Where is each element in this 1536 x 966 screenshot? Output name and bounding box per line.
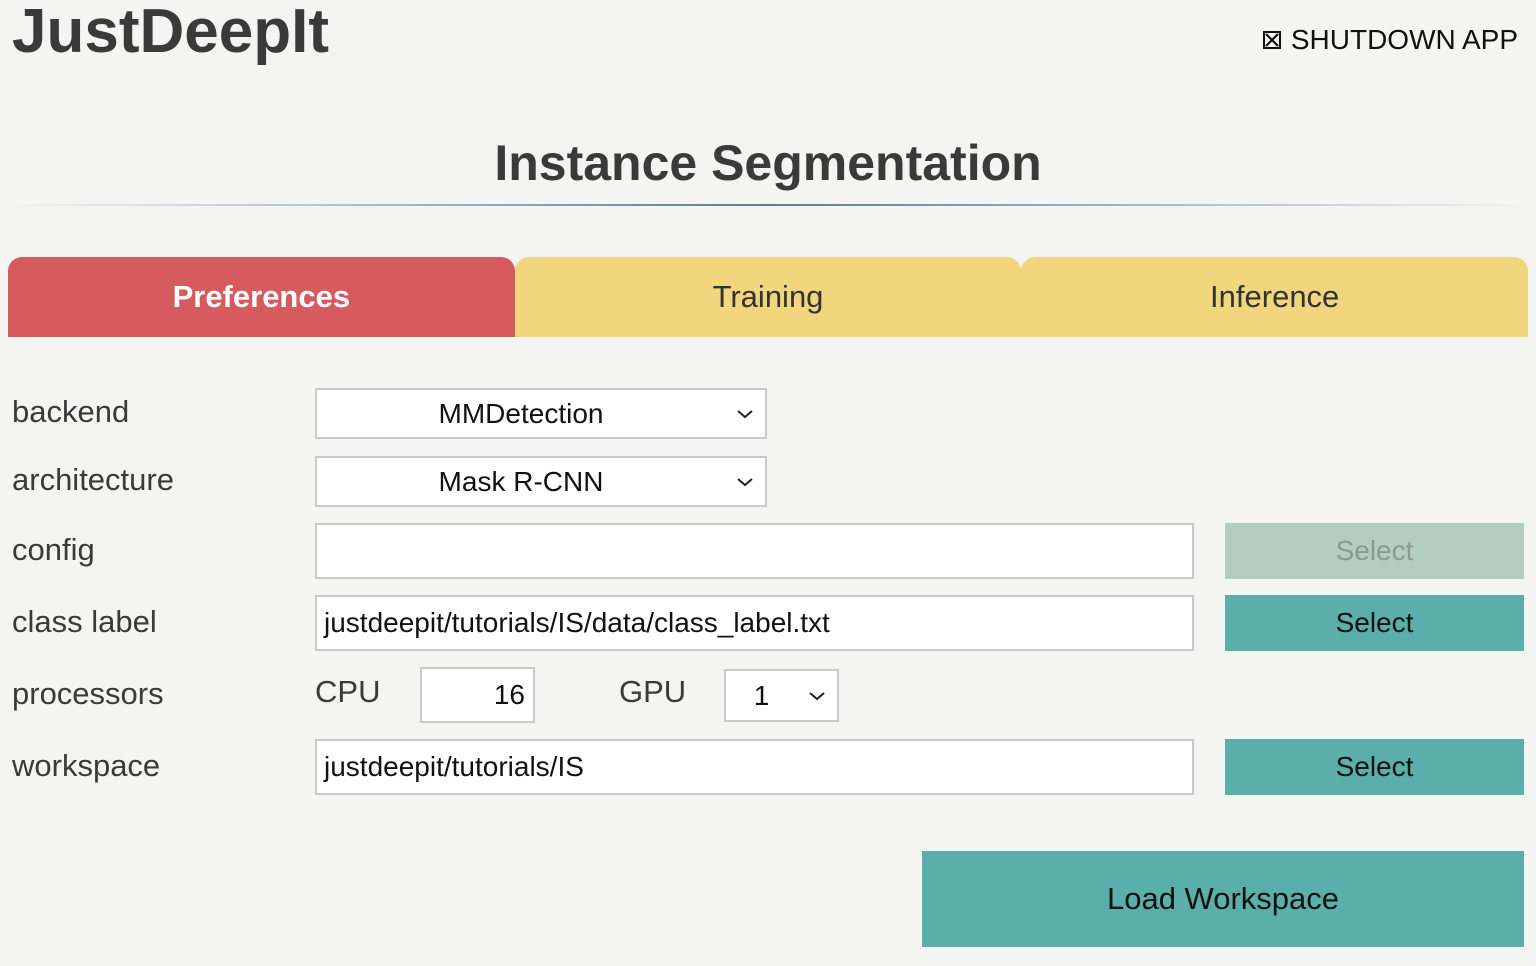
load-workspace-button[interactable]: Load Workspace [922, 851, 1524, 947]
chevron-down-icon [725, 476, 765, 488]
gpu-select[interactable]: 1 [724, 669, 839, 722]
cpu-label: CPU [315, 674, 381, 709]
class-label-select-button[interactable]: Select [1225, 595, 1524, 651]
shutdown-label: SHUTDOWN APP [1290, 24, 1518, 55]
shutdown-button[interactable]: SHUTDOWN APP [1262, 24, 1518, 56]
backend-select[interactable]: MMDetection [315, 388, 767, 439]
tab-training[interactable]: Training [514, 257, 1022, 337]
workspace-label: workspace [12, 748, 161, 783]
tab-inference[interactable]: Inference [1021, 257, 1529, 337]
class-label-input[interactable]: justdeepit/tutorials/IS/data/class_label… [315, 595, 1194, 651]
config-label: config [12, 532, 95, 567]
cpu-input[interactable]: 16 [420, 667, 535, 723]
architecture-select[interactable]: Mask R-CNN [315, 456, 767, 507]
class-label-label: class label [12, 604, 157, 639]
chevron-down-icon [725, 408, 765, 420]
architecture-value: Mask R-CNN [438, 465, 604, 497]
workspace-select-button[interactable]: Select [1225, 739, 1524, 795]
page-title: Instance Segmentation [494, 135, 1042, 191]
architecture-label: architecture [12, 462, 174, 497]
chevron-down-icon [797, 690, 837, 702]
close-box-icon [1262, 31, 1281, 49]
processors-label: processors [12, 676, 164, 711]
title-divider [10, 204, 1526, 206]
gpu-label: GPU [619, 674, 687, 709]
tab-bar: Preferences Training Inference [8, 257, 1529, 337]
gpu-value: 1 [753, 679, 770, 711]
config-input[interactable] [315, 523, 1194, 579]
tab-preferences[interactable]: Preferences [8, 257, 515, 337]
app-title: JustDeepIt [12, 0, 329, 66]
workspace-input[interactable]: justdeepit/tutorials/IS [315, 739, 1194, 795]
backend-value: MMDetection [438, 397, 604, 429]
backend-label: backend [12, 394, 130, 429]
config-select-button[interactable]: Select [1225, 523, 1524, 579]
